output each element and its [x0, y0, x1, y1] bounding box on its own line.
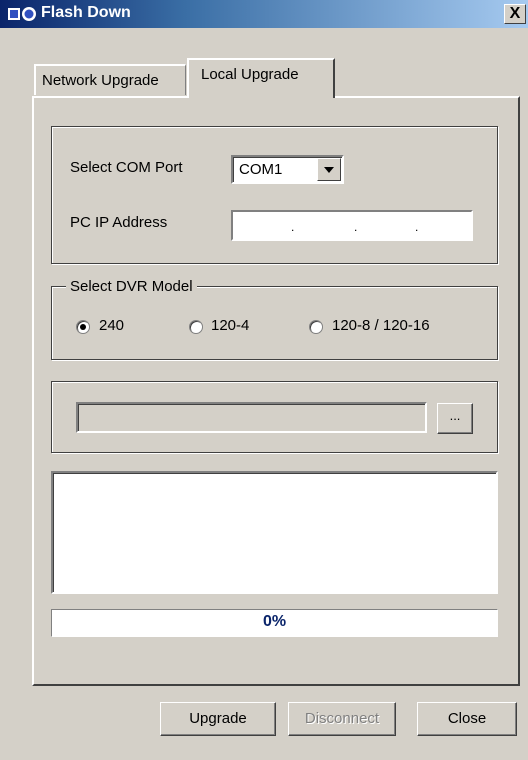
browse-button[interactable]: ...	[437, 403, 473, 434]
tab-local-upgrade[interactable]: Local Upgrade	[187, 58, 335, 98]
disconnect-button[interactable]: Disconnect	[288, 702, 396, 736]
radio-240-label[interactable]: 240	[99, 317, 124, 334]
log-textbox[interactable]	[51, 471, 498, 594]
progress-bar: 0%	[51, 609, 498, 637]
file-path-field	[76, 402, 427, 433]
close-button[interactable]: Close	[417, 702, 517, 736]
radio-120-8-120-16[interactable]	[309, 320, 323, 334]
com-port-group	[51, 126, 498, 264]
radio-240[interactable]	[76, 320, 90, 334]
com-port-select[interactable]: COM1	[231, 155, 344, 184]
radio-120-8-120-16-label[interactable]: 120-8 / 120-16	[332, 317, 430, 334]
title-bar: Flash Down X	[0, 0, 528, 28]
radio-120-4-label[interactable]: 120-4	[211, 317, 249, 334]
ip-address-field[interactable]: . . .	[231, 210, 473, 241]
ip-address-label: PC IP Address	[70, 214, 168, 231]
com-port-value: COM1	[239, 161, 283, 178]
ip-separator: .	[415, 220, 419, 234]
close-icon[interactable]: X	[504, 4, 526, 24]
dropdown-button[interactable]	[317, 158, 341, 181]
ip-separator: .	[354, 220, 358, 234]
window-title: Flash Down	[41, 4, 131, 21]
dvr-model-legend: Select DVR Model	[66, 278, 197, 295]
app-icon	[8, 7, 36, 21]
radio-120-4[interactable]	[189, 320, 203, 334]
ip-separator: .	[291, 220, 295, 234]
com-port-label: Select COM Port	[70, 159, 183, 176]
chevron-down-icon	[324, 167, 334, 173]
tab-network-upgrade[interactable]: Network Upgrade	[34, 64, 186, 95]
upgrade-button[interactable]: Upgrade	[160, 702, 276, 736]
progress-text: 0%	[262, 613, 287, 630]
